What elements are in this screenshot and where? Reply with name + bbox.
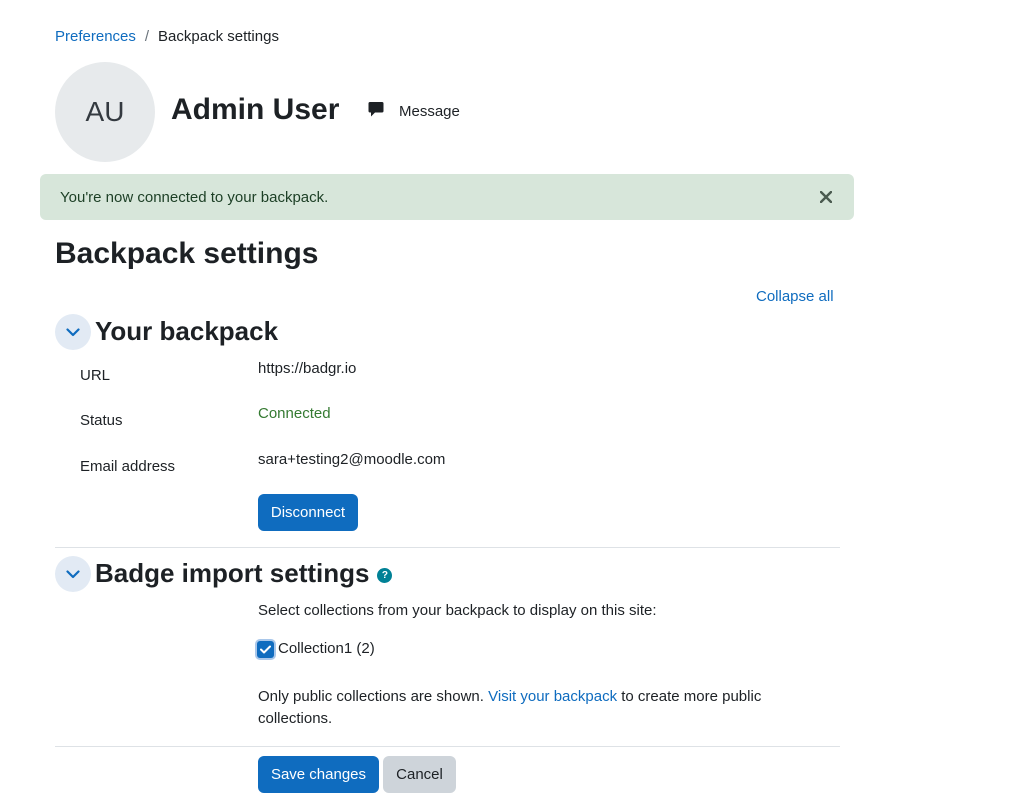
badge-import-toggle[interactable] xyxy=(55,556,91,592)
breadcrumb: Preferences / Backpack settings xyxy=(55,28,279,45)
chevron-down-icon xyxy=(66,566,80,583)
alert-text: You're now connected to your backpack. xyxy=(60,188,329,206)
url-value: https://badgr.io xyxy=(258,360,357,377)
email-value: sara+testing2@moodle.com xyxy=(258,451,446,468)
collection1-checkbox[interactable] xyxy=(257,641,274,658)
badge-import-heading[interactable]: Badge import settings ? xyxy=(95,558,393,589)
message-label: Message xyxy=(399,103,460,120)
your-backpack-heading[interactable]: Your backpack xyxy=(95,316,278,347)
breadcrumb-preferences-link[interactable]: Preferences xyxy=(55,28,136,45)
close-icon[interactable] xyxy=(818,187,834,207)
collapse-all-link[interactable]: Collapse all xyxy=(756,288,834,305)
disconnect-button[interactable]: Disconnect xyxy=(258,494,358,531)
public-collections-note: Only public collections are shown. Visit… xyxy=(258,686,798,730)
page-title: Backpack settings xyxy=(55,237,319,270)
your-backpack-title: Your backpack xyxy=(95,316,279,346)
breadcrumb-separator: / xyxy=(144,28,150,45)
avatar: AU xyxy=(55,62,155,162)
section-divider xyxy=(55,547,840,548)
breadcrumb-current: Backpack settings xyxy=(158,28,279,45)
note-prefix: Only public collections are shown. xyxy=(258,688,489,705)
question-circle-icon[interactable]: ? xyxy=(377,567,393,583)
success-alert: You're now connected to your backpack. xyxy=(40,174,854,220)
save-changes-button[interactable]: Save changes xyxy=(258,756,379,793)
collection1-label[interactable]: Collection1 (2) xyxy=(278,640,375,657)
form-divider xyxy=(55,746,840,747)
collections-instructions: Select collections from your backpack to… xyxy=(258,602,657,619)
url-label: URL xyxy=(80,367,111,384)
cancel-button[interactable]: Cancel xyxy=(383,756,456,793)
email-label: Email address xyxy=(80,458,176,475)
avatar-initials: AU xyxy=(85,96,125,127)
status-value: Connected xyxy=(258,405,331,422)
visit-backpack-link[interactable]: Visit your backpack xyxy=(488,688,617,705)
message-button[interactable]: Message xyxy=(368,101,460,122)
chevron-down-icon xyxy=(66,324,80,341)
checkmark-icon xyxy=(260,641,271,658)
message-bubble-icon xyxy=(368,101,399,122)
user-name-heading: Admin User xyxy=(171,93,340,126)
your-backpack-toggle[interactable] xyxy=(55,314,91,350)
status-label: Status xyxy=(80,412,123,429)
badge-import-title: Badge import settings xyxy=(95,558,370,588)
